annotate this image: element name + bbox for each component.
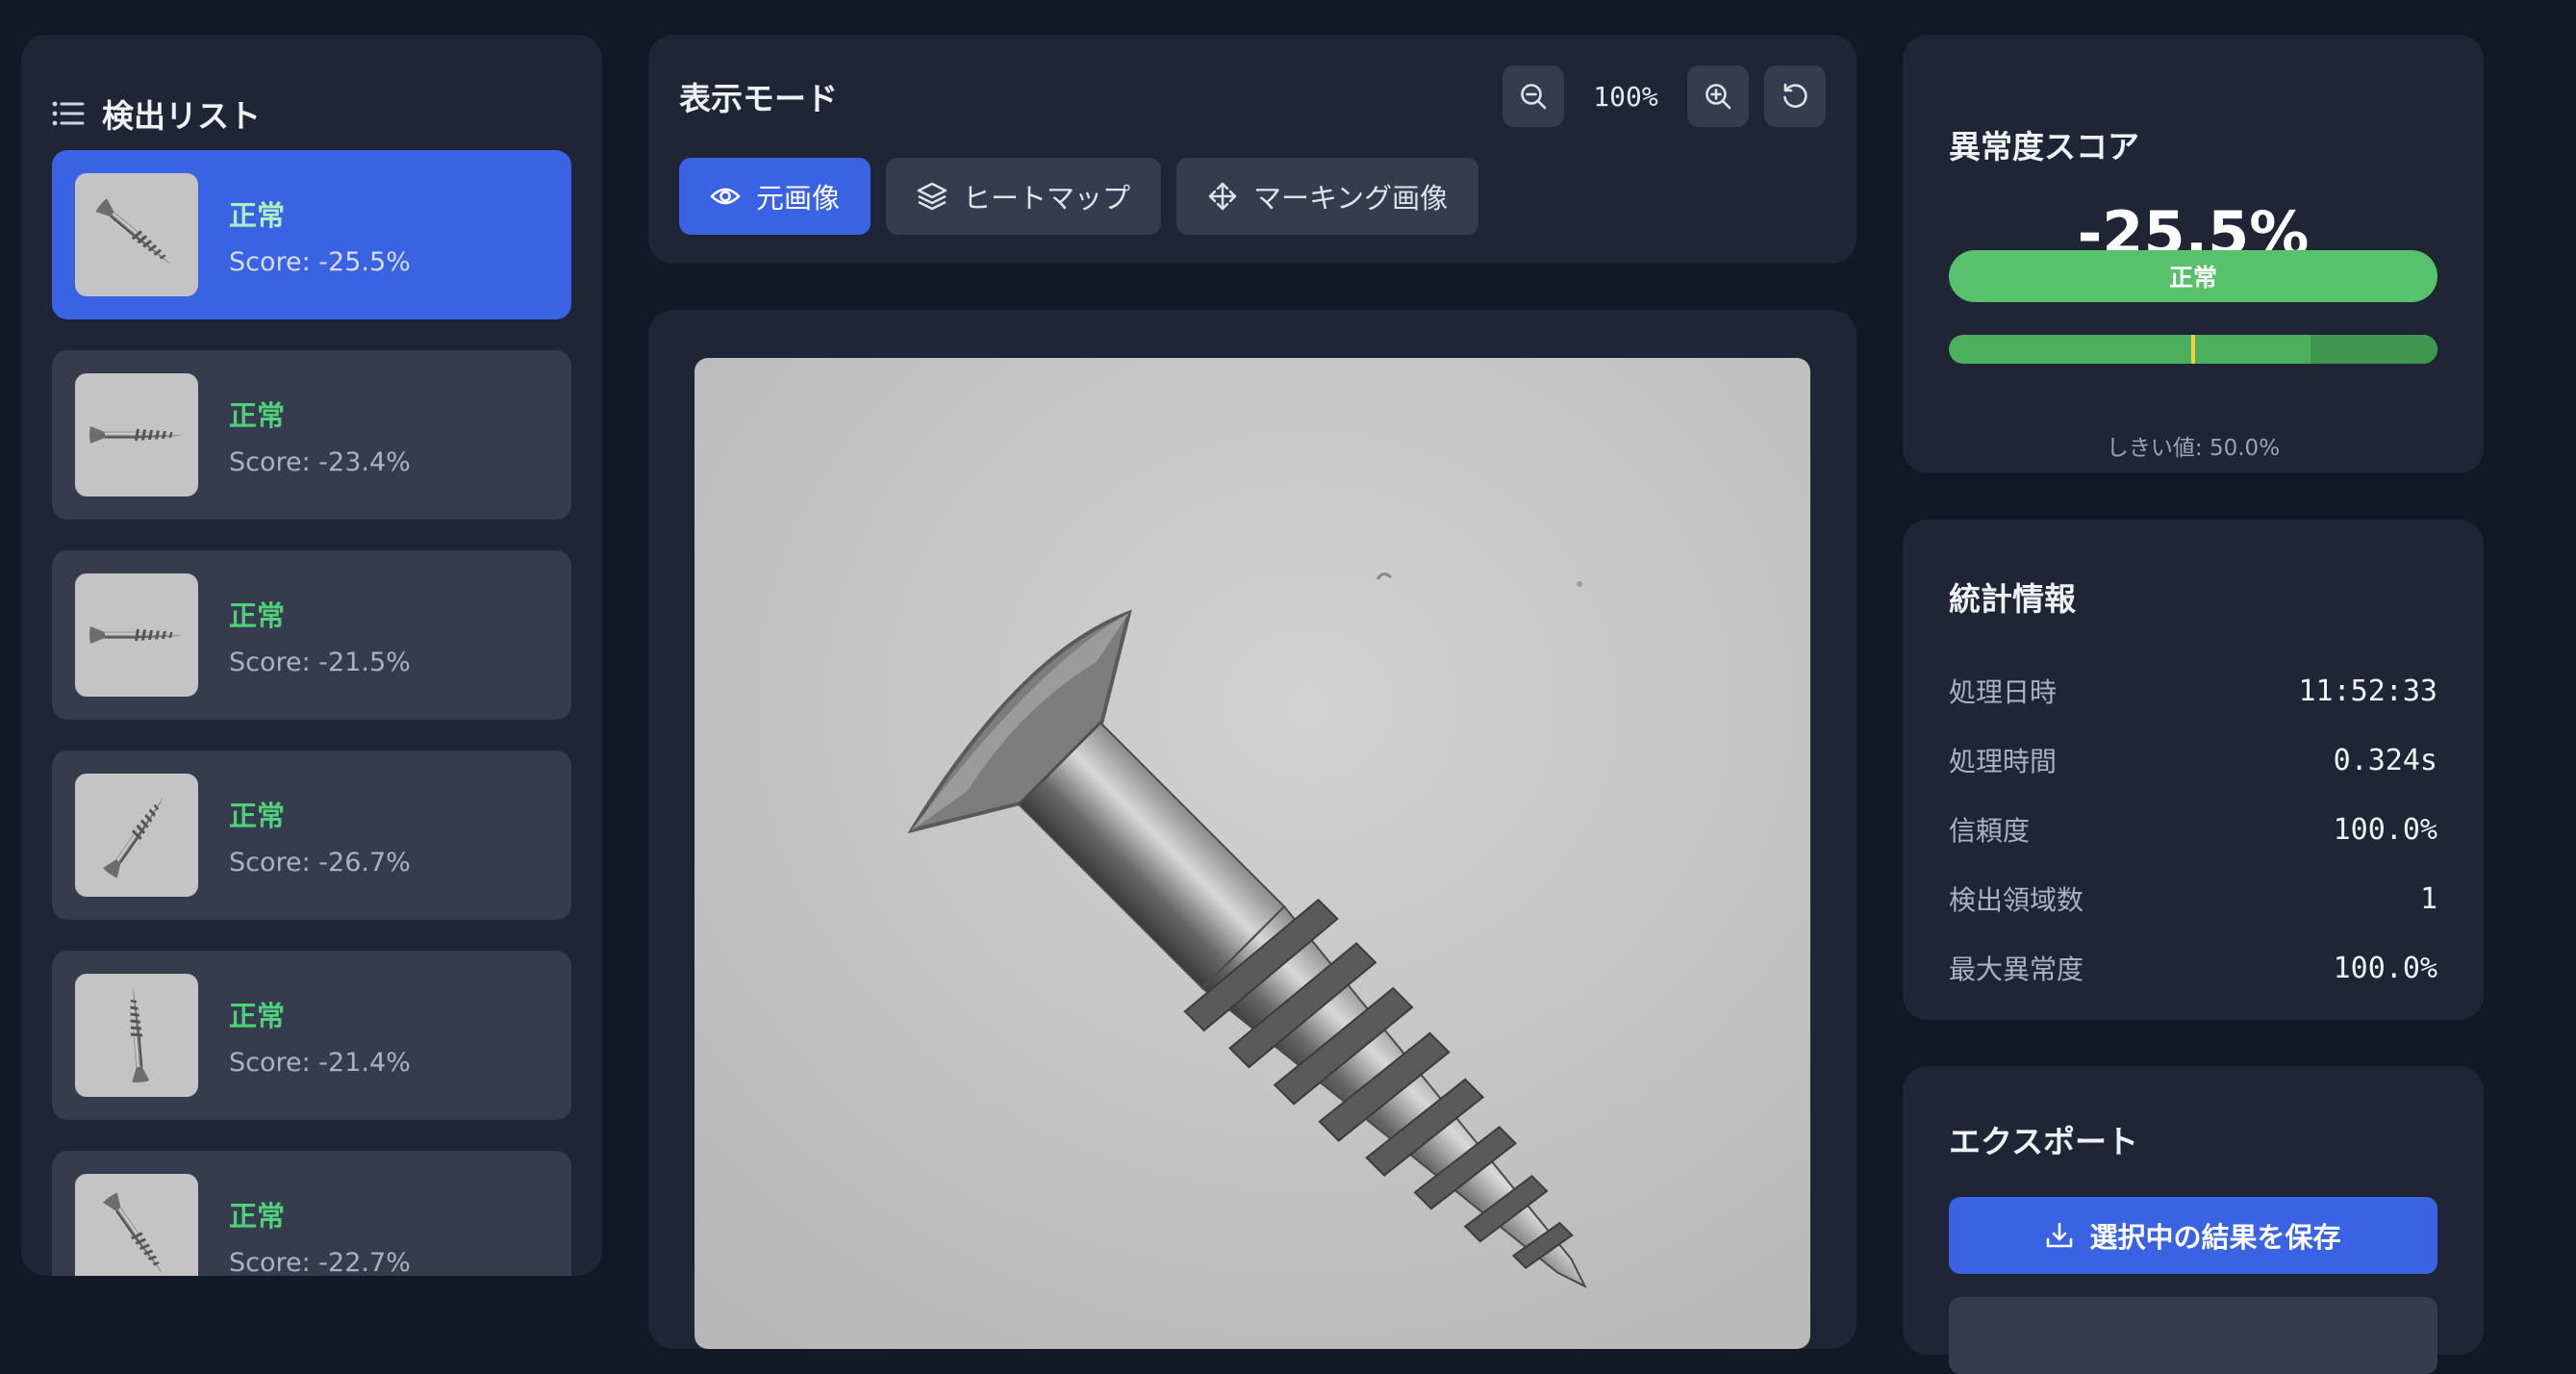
list-icon bbox=[52, 101, 85, 126]
item-score: Score: -22.7% bbox=[229, 1247, 411, 1277]
statistics-panel: 統計情報 処理日時 11:52:33 処理時間 0.324s 信頼度 100.0% 検出領域… bbox=[1903, 520, 2484, 1020]
export-secondary-button[interactable] bbox=[1949, 1297, 2437, 1374]
zoom-controls: 100% bbox=[1503, 65, 1826, 127]
tab-original-image[interactable]: 元画像 bbox=[679, 158, 871, 235]
item-score: Score: -21.4% bbox=[229, 1047, 411, 1078]
stat-value: 11:52:33 bbox=[2298, 674, 2438, 708]
reset-view-button[interactable] bbox=[1764, 65, 1826, 127]
display-mode-title: 表示モード bbox=[679, 80, 838, 117]
eye-icon bbox=[710, 188, 741, 205]
reset-icon bbox=[1783, 83, 1807, 108]
display-mode-panel: 表示モード 100% 元画像 ヒートマップ マーキング画像 bbox=[648, 35, 1856, 264]
list-title: 検出リスト bbox=[102, 97, 261, 135]
item-text: 正常 Score: -25.5% bbox=[229, 193, 411, 277]
threshold-marker bbox=[2191, 335, 2195, 364]
item-score: Score: -25.5% bbox=[229, 246, 411, 277]
stat-row: 処理時間 0.324s bbox=[1949, 741, 2437, 779]
stat-label: 処理日時 bbox=[1949, 676, 2058, 708]
screw-thumbnail-image bbox=[123, 988, 150, 1083]
save-selected-result-label: 選択中の結果を保存 bbox=[2089, 1221, 2341, 1254]
download-icon bbox=[2047, 1222, 2073, 1248]
stat-value: 100.0% bbox=[2333, 951, 2437, 985]
item-thumbnail bbox=[75, 774, 198, 897]
item-status: 正常 bbox=[229, 1199, 286, 1233]
item-status: 正常 bbox=[229, 999, 286, 1032]
score-gauge-remainder bbox=[2310, 335, 2437, 364]
screw-thumbnail-image bbox=[89, 626, 183, 644]
stat-label: 検出領域数 bbox=[1949, 884, 2084, 916]
zoom-out-button[interactable] bbox=[1503, 65, 1564, 127]
detection-list-item[interactable]: 正常 Score: -21.5% bbox=[52, 550, 571, 720]
move-icon bbox=[1208, 182, 1237, 211]
detection-items: 正常 Score: -25.5% 正常 Score: -23.4% 正常 Score: -… bbox=[52, 150, 571, 1276]
stat-row: 処理日時 11:52:33 bbox=[1949, 672, 2437, 710]
item-score: Score: -23.4% bbox=[229, 446, 411, 477]
anomaly-score-panel: 異常度スコア -25.5% 正常 しきい値: 50.0% bbox=[1903, 35, 2484, 473]
stat-label: 信頼度 bbox=[1949, 815, 2031, 847]
item-text: 正常 Score: -21.5% bbox=[229, 594, 411, 677]
inspection-image[interactable] bbox=[695, 358, 1810, 1349]
threshold-label: しきい値: 50.0% bbox=[2106, 436, 2281, 461]
item-status: 正常 bbox=[229, 398, 286, 432]
item-thumbnail bbox=[75, 1174, 198, 1276]
tab-original-image-label: 元画像 bbox=[756, 182, 841, 215]
image-viewer-panel bbox=[648, 310, 1856, 1349]
status-badge: 正常 bbox=[1949, 250, 2437, 302]
stat-label: 最大異常度 bbox=[1949, 954, 2084, 985]
detection-list-panel: 検出リスト 正常 Score: -25.5% 正常 Score: -23.4% 正常 Sc… bbox=[21, 35, 602, 1276]
screw-thumbnail-image bbox=[102, 792, 170, 879]
item-text: 正常 Score: -21.4% bbox=[229, 994, 411, 1078]
anomaly-score-title: 異常度スコア bbox=[1949, 128, 2139, 165]
detection-list-item[interactable]: 正常 Score: -26.7% bbox=[52, 751, 571, 920]
detection-list-item[interactable]: 正常 Score: -23.4% bbox=[52, 350, 571, 520]
export-panel: エクスポート 選択中の結果を保存 bbox=[1903, 1066, 2484, 1374]
item-score: Score: -21.5% bbox=[229, 647, 411, 677]
stat-value: 1 bbox=[2419, 881, 2437, 916]
item-text: 正常 Score: -26.7% bbox=[229, 794, 411, 878]
export-title: エクスポート bbox=[1949, 1123, 2139, 1160]
detection-list-item[interactable]: 正常 Score: -21.4% bbox=[52, 951, 571, 1120]
tab-marking-image[interactable]: マーキング画像 bbox=[1176, 158, 1479, 235]
detection-list-item[interactable]: 正常 Score: -25.5% bbox=[52, 150, 571, 319]
zoom-in-button[interactable] bbox=[1687, 65, 1749, 127]
item-thumbnail bbox=[75, 373, 198, 496]
detection-list-item[interactable]: 正常 Score: -22.7% bbox=[52, 1151, 571, 1276]
screw-thumbnail-image bbox=[102, 1191, 170, 1276]
mode-tabs: 元画像 ヒートマップ マーキング画像 bbox=[679, 158, 1479, 235]
statistics-title: 統計情報 bbox=[1949, 580, 2076, 618]
stat-value: 100.0% bbox=[2333, 812, 2437, 847]
item-score: Score: -26.7% bbox=[229, 847, 411, 878]
stat-row: 検出領域数 1 bbox=[1949, 879, 2437, 918]
stat-row: 最大異常度 100.0% bbox=[1949, 949, 2437, 987]
item-status: 正常 bbox=[229, 198, 286, 232]
stat-row: 信頼度 100.0% bbox=[1949, 810, 2437, 849]
screw-thumbnail-image bbox=[89, 426, 183, 444]
tab-heatmap-label: ヒートマップ bbox=[963, 182, 1131, 215]
stat-value: 0.324s bbox=[2333, 743, 2437, 777]
item-text: 正常 Score: -22.7% bbox=[229, 1194, 411, 1277]
tab-heatmap[interactable]: ヒートマップ bbox=[886, 158, 1162, 235]
item-status: 正常 bbox=[229, 598, 286, 632]
stat-label: 処理時間 bbox=[1949, 746, 2058, 777]
zoom-in-icon bbox=[1705, 84, 1731, 110]
layers-icon bbox=[917, 182, 947, 211]
item-status: 正常 bbox=[229, 799, 286, 832]
save-selected-result-button[interactable]: 選択中の結果を保存 bbox=[1949, 1197, 2437, 1274]
screw-photo bbox=[695, 358, 1810, 1349]
tab-marking-image-label: マーキング画像 bbox=[1253, 182, 1449, 215]
item-thumbnail bbox=[75, 573, 198, 697]
item-thumbnail bbox=[75, 974, 198, 1097]
zoom-level: 100% bbox=[1593, 80, 1658, 113]
item-thumbnail bbox=[75, 173, 198, 296]
list-header: 検出リスト bbox=[52, 90, 261, 137]
zoom-out-icon bbox=[1521, 84, 1547, 110]
score-gauge bbox=[1949, 335, 2437, 364]
item-text: 正常 Score: -23.4% bbox=[229, 394, 411, 477]
screw-thumbnail-image bbox=[94, 197, 178, 271]
